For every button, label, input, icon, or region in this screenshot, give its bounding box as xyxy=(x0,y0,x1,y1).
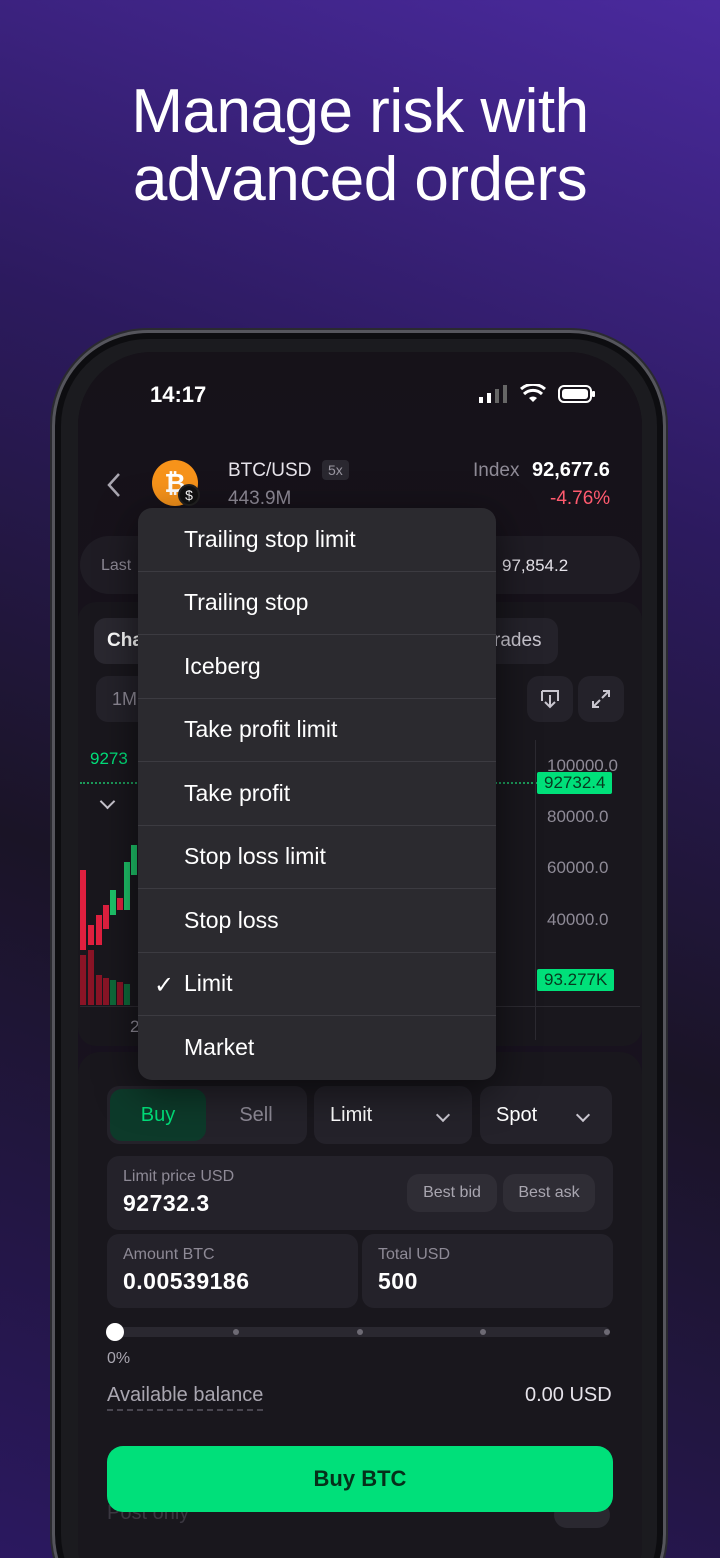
headline: Manage risk with advanced orders xyxy=(0,78,720,214)
y-tick-4: 40000.0 xyxy=(547,910,609,929)
total-value: 500 xyxy=(378,1268,418,1294)
menu-item-label: Take profit limit xyxy=(184,716,338,743)
menu-item-label: Stop loss xyxy=(184,906,279,933)
candle xyxy=(103,905,109,929)
menu-item-trailing-stop[interactable]: Trailing stop xyxy=(138,572,496,635)
limit-price-value: 92732.3 xyxy=(123,1190,210,1216)
expand-button[interactable] xyxy=(578,676,624,722)
menu-item-label: Iceberg xyxy=(184,652,261,679)
y-tick-2: 80000.0 xyxy=(547,807,609,826)
chevron-down-icon xyxy=(435,1107,451,1123)
volume-bar xyxy=(110,980,116,1005)
market-type-value: Spot xyxy=(496,1103,538,1126)
best-ask-label: Best ask xyxy=(518,1184,580,1201)
best-bid-button[interactable]: Best bid xyxy=(407,1174,497,1212)
volume-value: 443.9M xyxy=(228,488,292,509)
slider-dot xyxy=(233,1329,239,1335)
chart-price-left: 9273 xyxy=(90,749,128,768)
volume-bar xyxy=(80,955,86,1005)
leverage-badge: 5x xyxy=(322,460,349,480)
pair-name[interactable]: BTC/USD xyxy=(228,460,311,482)
volume-bar xyxy=(96,975,102,1005)
slider-handle[interactable] xyxy=(106,1323,124,1341)
candle xyxy=(131,845,137,875)
volume-bar xyxy=(124,984,130,1005)
chevron-down-icon xyxy=(575,1107,591,1123)
volume-tag: 93.277K xyxy=(537,969,615,991)
available-balance-label[interactable]: Available balance xyxy=(107,1384,264,1411)
price-change: -4.76% xyxy=(550,488,611,509)
checkmark-icon: ✓ xyxy=(154,971,175,999)
candle xyxy=(124,862,130,910)
candle xyxy=(117,898,123,910)
status-time: 14:17 xyxy=(150,382,207,407)
menu-item-take-profit-limit[interactable]: Take profit limit xyxy=(138,699,496,762)
price-tag: 92732.4 xyxy=(537,772,613,794)
menu-item-label: Trailing stop xyxy=(184,589,309,616)
menu-item-take-profit[interactable]: Take profit xyxy=(138,762,496,826)
index-label: Index xyxy=(473,460,520,481)
menu-item-label: Market xyxy=(184,1034,255,1061)
sell-tab-label: Sell xyxy=(239,1103,273,1126)
candle xyxy=(110,890,116,915)
volume-bar xyxy=(88,950,94,1005)
total-label: Total USD xyxy=(378,1246,451,1263)
market-type-select[interactable]: Spot xyxy=(480,1086,612,1144)
total-field[interactable]: Total USD 500 xyxy=(362,1234,613,1308)
volume-bar xyxy=(117,982,123,1005)
candle xyxy=(96,915,102,945)
chevron-left-icon xyxy=(107,473,120,497)
expand-icon xyxy=(592,690,610,708)
slider-dot xyxy=(357,1329,363,1335)
y-tick-3: 60000.0 xyxy=(547,858,609,877)
wifi-icon xyxy=(520,384,546,402)
timeframe-label: 1M xyxy=(112,689,138,709)
menu-item-trailing-stop-limit[interactable]: Trailing stop limit xyxy=(138,508,496,572)
stats-right-value: 97,854.2 xyxy=(502,556,569,575)
menu-item-limit[interactable]: ✓ Limit xyxy=(138,953,496,1016)
volume-bar xyxy=(103,978,109,1005)
best-ask-button[interactable]: Best ask xyxy=(503,1174,595,1212)
index-value: 92,677.6 xyxy=(532,459,610,481)
amount-value: 0.00539186 xyxy=(123,1268,250,1294)
menu-item-label: Stop loss limit xyxy=(184,843,326,870)
tab-trades-label: rades xyxy=(494,630,542,651)
best-bid-label: Best bid xyxy=(423,1184,481,1201)
download-button[interactable] xyxy=(527,676,573,722)
cellular-signal-icon xyxy=(479,385,507,403)
slider-dot xyxy=(604,1329,610,1335)
limit-price-label: Limit price USD xyxy=(123,1168,235,1185)
chart-axis-divider xyxy=(535,740,536,1040)
amount-label: Amount BTC xyxy=(123,1246,215,1263)
menu-item-stop-loss-limit[interactable]: Stop loss limit xyxy=(138,826,496,889)
last-label: Last xyxy=(101,557,132,574)
battery-icon xyxy=(558,385,595,403)
status-icons xyxy=(478,384,596,404)
slider-percent: 0% xyxy=(107,1350,131,1367)
order-type-value: Limit xyxy=(330,1103,373,1126)
order-type-menu: Trailing stop limit Trailing stop Iceber… xyxy=(138,508,496,1080)
back-button[interactable] xyxy=(106,472,122,503)
collapse-chevron-icon[interactable] xyxy=(99,793,116,812)
sell-tab[interactable]: Sell xyxy=(208,1089,304,1141)
amount-field[interactable]: Amount BTC 0.00539186 xyxy=(107,1234,358,1308)
download-icon xyxy=(541,690,559,709)
headline-line-2: advanced orders xyxy=(132,145,588,214)
menu-item-label: Limit xyxy=(184,970,233,997)
buy-tab[interactable]: Buy xyxy=(110,1089,206,1141)
available-balance-value: 0.00 USD xyxy=(525,1384,612,1406)
candle xyxy=(80,870,86,950)
menu-item-label: Take profit xyxy=(184,779,291,806)
buy-tab-label: Buy xyxy=(140,1103,176,1126)
order-type-select[interactable]: Limit xyxy=(314,1086,472,1144)
menu-item-iceberg[interactable]: Iceberg xyxy=(138,635,496,699)
usd-badge-icon: $ xyxy=(178,484,200,506)
headline-line-1: Manage risk with xyxy=(131,77,589,146)
slider-dot xyxy=(480,1329,486,1335)
candle xyxy=(88,925,94,945)
buy-btc-button[interactable]: Buy BTC xyxy=(107,1446,613,1512)
menu-item-stop-loss[interactable]: Stop loss xyxy=(138,889,496,953)
menu-item-label: Trailing stop limit xyxy=(184,525,356,552)
menu-item-market[interactable]: Market xyxy=(138,1016,496,1080)
